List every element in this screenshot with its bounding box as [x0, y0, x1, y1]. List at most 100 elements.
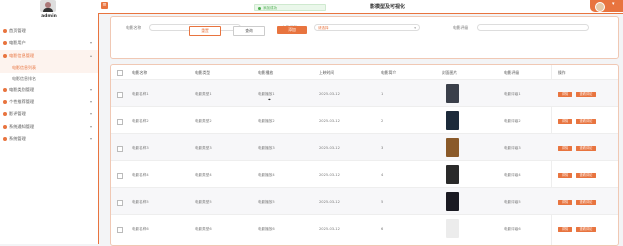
chevron-down-icon: ▾ [89, 40, 92, 46]
view-comments-button[interactable]: 查看评论 [576, 199, 596, 205]
table-row[interactable]: 电影名称2 电影类型2 电影播放2 2025-03-12 2 电影评级2 详情 查看评论 [111, 106, 618, 134]
cell-rating: 电影评级4 [504, 172, 521, 177]
sidebar-item-reviews[interactable]: 影评管理 ▾ [0, 108, 98, 120]
header-intro: 电影简介 [381, 70, 397, 75]
view-comments-button[interactable]: 查看评论 [576, 226, 596, 232]
movie-table: 电影名称 电影类型 电影播放 上映时间 电影简介 封面图片 电影评级 操作 电影… [110, 64, 619, 246]
cover-image [446, 111, 459, 130]
home-icon [3, 29, 7, 33]
type-select[interactable]: 请选择 ▾ [314, 23, 420, 31]
table-row[interactable]: 电影名称5 电影类型5 电影播放5 2025-03-12 5 电影评级5 详情 查看评论 [111, 187, 618, 215]
view-comments-button[interactable]: 查看评论 [576, 172, 596, 178]
cell-date: 2025-03-12 [319, 172, 340, 177]
row-checkbox[interactable] [117, 91, 123, 98]
cell-date: 2025-03-12 [319, 199, 340, 204]
cell-intro: 5 [381, 199, 384, 204]
header-play: 电影播放 [258, 70, 274, 75]
cell-play: 电影播放5 [258, 199, 275, 204]
cell-play: 电影播放1 [258, 91, 275, 96]
detail-button[interactable]: 详情 [558, 145, 572, 151]
view-comments-button[interactable]: 查看评论 [576, 91, 596, 97]
view-comments-button[interactable]: 查看评论 [576, 118, 596, 124]
cell-date: 2025-03-12 [319, 226, 340, 231]
cell-play: 电影播放4 [258, 172, 275, 177]
sidebar-item-movie-category[interactable]: 电影类别管理 ▾ [0, 84, 98, 96]
detail-button[interactable]: 详情 [558, 226, 572, 232]
sidebar-subitem-movie-rank[interactable]: 电影信息排名 [0, 73, 98, 84]
user-menu[interactable]: ▾ [590, 0, 623, 12]
sidebar-item-recommend[interactable]: 个性推荐管理 ▾ [0, 96, 98, 108]
table-row[interactable]: 电影名称1 电影类型1 电影播放1 2025-03-12 1 电影评级1 详情 查看评论 [111, 79, 618, 107]
cell-type: 电影类型5 [195, 199, 212, 204]
page-title: 影模型及可视化 [370, 4, 406, 10]
top-bar [98, 0, 623, 14]
detail-button[interactable]: 详情 [558, 118, 572, 124]
table-row[interactable]: 电影名称3 电影类型3 电影播放3 2025-03-12 3 电影评级3 详情 查看评论 [111, 133, 618, 161]
cover-image [446, 84, 459, 103]
cover-image [446, 165, 459, 184]
row-checkbox[interactable] [117, 118, 123, 125]
cell-name: 电影名称3 [132, 145, 149, 150]
header-date: 上映时间 [319, 70, 335, 75]
chevron-down-icon: ▾ [89, 136, 92, 142]
header-actions: 操作 [558, 70, 566, 75]
cell-name: 电影名称6 [132, 226, 149, 231]
cell-type: 电影类型1 [195, 91, 212, 96]
cell-rating: 电影评级6 [504, 226, 521, 231]
admin-avatar[interactable] [40, 0, 56, 12]
cell-type: 电影类型2 [195, 118, 212, 123]
sidebar-menu: 首页管理 电影用户 ▾ 电影信息管理 ▴ 电影信息列表 电影信息排名 电影类别管理 ▾… [0, 25, 98, 145]
comment-icon [3, 112, 7, 117]
row-checkbox[interactable] [117, 226, 123, 233]
view-comments-button[interactable]: 查看评论 [576, 145, 596, 151]
sidebar-item-movie-info[interactable]: 电影信息管理 ▴ [0, 49, 98, 62]
header-rating: 电影评级 [504, 70, 520, 75]
query-button[interactable]: 查询 [233, 26, 265, 36]
table-row[interactable]: 电影名称6 电影类型6 电影播放6 2025-03-12 6 电影评级6 详情 查看评论 [111, 214, 618, 242]
cell-name: 电影名称1 [132, 91, 149, 96]
star-icon [3, 100, 7, 105]
cell-intro: 2 [381, 118, 384, 123]
row-checkbox[interactable] [117, 145, 123, 152]
cell-intro: 3 [381, 145, 384, 150]
reset-button[interactable]: 重置 [189, 26, 221, 36]
bell-icon [3, 124, 7, 129]
add-button[interactable]: 添加 [277, 26, 307, 34]
cell-intro: 4 [381, 172, 384, 177]
row-checkbox[interactable] [117, 172, 123, 179]
cell-type: 电影类型4 [195, 172, 212, 177]
cell-rating: 电影评级2 [504, 118, 521, 123]
chevron-down-icon: ▾ [89, 111, 92, 117]
avatar [595, 2, 605, 12]
row-checkbox[interactable] [117, 199, 123, 206]
chevron-up-icon: ▴ [89, 52, 92, 58]
detail-button[interactable]: 详情 [558, 91, 572, 97]
username: admin [41, 14, 57, 19]
cover-image [446, 219, 459, 238]
sidebar-item-notices[interactable]: 系统通知管理 ▾ [0, 121, 98, 133]
chevron-down-icon: ▾ [414, 25, 416, 30]
sidebar-subitem-movie-list[interactable]: 电影信息列表 [0, 61, 98, 73]
cell-type: 电影类型3 [195, 145, 212, 150]
sidebar-item-home[interactable]: 首页管理 [0, 25, 98, 37]
cell-date: 2025-03-12 [319, 91, 340, 96]
sidebar-item-users[interactable]: 电影用户 ▾ [0, 37, 98, 49]
detail-button[interactable]: 详情 [558, 199, 572, 205]
sidebar-item-system[interactable]: 系统管理 ▾ [0, 133, 98, 145]
rating-input[interactable] [477, 23, 589, 31]
cell-name: 电影名称5 [132, 199, 149, 204]
film-icon [3, 53, 7, 58]
chevron-down-icon: ▾ [89, 99, 92, 105]
table-row[interactable]: 电影名称4 电影类型4 电影播放4 2025-03-12 4 电影评级4 详情 查看评论 [111, 160, 618, 188]
header-type: 电影类型 [195, 70, 211, 75]
search-panel: 电影名称 电影类型 请选择▾ 电影评级 [110, 16, 619, 59]
detail-button[interactable]: 详情 [558, 172, 572, 178]
cover-image [446, 138, 459, 157]
menu-toggle-icon[interactable]: ≡ [101, 2, 108, 9]
cell-name: 电影名称2 [132, 118, 149, 123]
name-label: 电影名称 [126, 25, 142, 30]
chevron-down-icon: ▾ [89, 123, 92, 129]
cell-play: 电影播放3 [258, 145, 275, 150]
cell-intro: 6 [381, 226, 384, 231]
category-icon [3, 87, 7, 92]
